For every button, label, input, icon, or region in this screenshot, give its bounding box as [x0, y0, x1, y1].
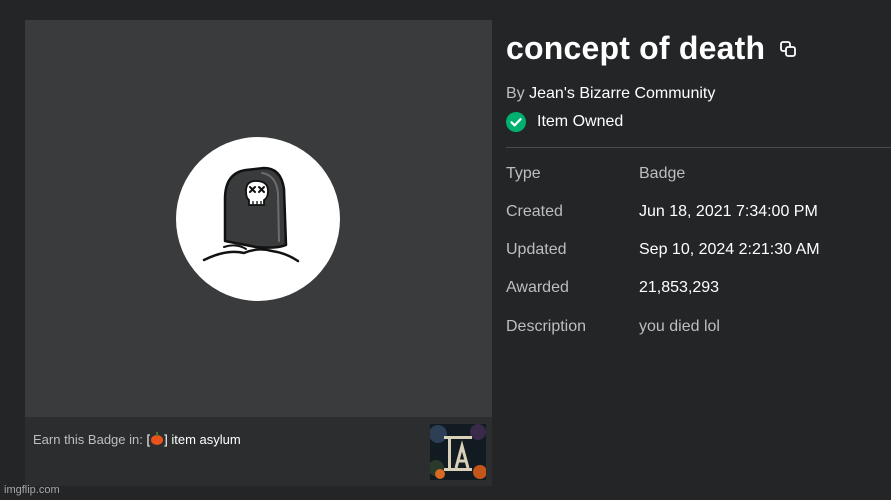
creator-prefix: By: [506, 85, 525, 102]
badge-title: concept of death: [506, 30, 766, 66]
creator-row: By Jean's Bizarre Community: [506, 85, 715, 103]
game-thumbnail-image: [430, 424, 486, 480]
bracket-open: [: [146, 432, 151, 447]
detail-label-type: Type: [506, 165, 541, 182]
owned-label: Item Owned: [537, 113, 624, 130]
detail-label-updated: Updated: [506, 241, 567, 258]
detail-value-updated: Sep 10, 2024 2:21:30 AM: [639, 241, 820, 258]
detail-label-created: Created: [506, 203, 563, 220]
detail-value-awarded: 21,853,293: [639, 279, 720, 296]
watermark: imgflip.com: [4, 484, 60, 496]
detail-label-description: Description: [506, 318, 587, 335]
detail-label-awarded: Awarded: [506, 279, 569, 296]
pumpkin-icon: [151, 432, 164, 445]
detail-value-created: Jun 18, 2021 7:34:00 PM: [639, 203, 818, 220]
earn-badge-text: Earn this Badge in: [] item asylum: [33, 432, 241, 447]
bracket-close: ]: [164, 432, 168, 447]
earn-badge-bar: Earn this Badge in: [] item asylum: [25, 417, 492, 486]
earn-prefix: Earn this Badge in:: [33, 432, 143, 447]
badge-preview-panel: Earn this Badge in: [] item asylum: [25, 20, 492, 486]
divider: [506, 147, 891, 148]
game-link[interactable]: [] item asylum: [146, 432, 241, 447]
game-thumbnail[interactable]: [430, 424, 486, 480]
item-owned-status: Item Owned: [506, 112, 623, 132]
game-name: item asylum: [171, 432, 241, 447]
creator-link[interactable]: Jean's Bizarre Community: [529, 85, 715, 102]
copy-icon[interactable]: [779, 40, 797, 58]
badge-image-area: [25, 20, 492, 417]
detail-value-type: Badge: [639, 165, 686, 182]
detail-value-description: you died lol: [639, 318, 720, 335]
badge-image: [176, 137, 340, 301]
badge-title-row: concept of death: [506, 30, 797, 67]
check-circle-icon: [506, 112, 526, 132]
tombstone-skull-icon: [202, 166, 300, 263]
